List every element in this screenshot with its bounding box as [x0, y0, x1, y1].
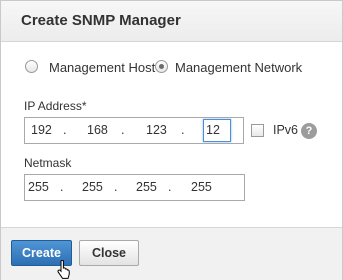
ip-octet-2[interactable]: 168	[87, 118, 113, 143]
netmask-input[interactable]: 255 . 255 . 255 . 255	[24, 174, 245, 201]
ip-dot: .	[181, 123, 185, 137]
netmask-octet-4[interactable]: 255	[191, 175, 217, 200]
management-host-label[interactable]: Management Host	[49, 60, 155, 75]
ipv6-checkbox[interactable]	[251, 124, 264, 137]
management-network-label[interactable]: Management Network	[175, 60, 302, 75]
management-network-radio[interactable]	[155, 60, 168, 73]
management-host-radio[interactable]	[25, 60, 38, 73]
ip-dot: .	[121, 123, 125, 137]
ip-dot: .	[63, 123, 67, 137]
ip-address-label: IP Address*	[24, 99, 87, 113]
netmask-octet-1[interactable]: 255	[28, 175, 54, 200]
netmask-dot: .	[168, 180, 172, 194]
netmask-dot: .	[60, 180, 64, 194]
help-icon[interactable]: ?	[301, 123, 317, 139]
ip-octet-4[interactable]: 12	[203, 119, 231, 142]
ip-address-input[interactable]: 192 . 168 . 123 . 12	[24, 117, 244, 144]
netmask-label: Netmask	[24, 156, 72, 170]
dialog-title: Create SNMP Manager	[21, 12, 181, 29]
dialog-header: Create SNMP Manager	[1, 1, 342, 42]
ip-octet-3[interactable]: 123	[146, 118, 172, 143]
close-button[interactable]: Close	[79, 240, 139, 266]
ip-octet-1[interactable]: 192	[31, 118, 57, 143]
netmask-octet-2[interactable]: 255	[82, 175, 108, 200]
create-snmp-manager-dialog: Create SNMP Manager Management Host Mana…	[0, 0, 343, 280]
netmask-dot: .	[114, 180, 118, 194]
netmask-octet-3[interactable]: 255	[136, 175, 162, 200]
ipv6-label[interactable]: IPv6	[273, 123, 298, 137]
hand-pointer-icon	[57, 260, 70, 279]
